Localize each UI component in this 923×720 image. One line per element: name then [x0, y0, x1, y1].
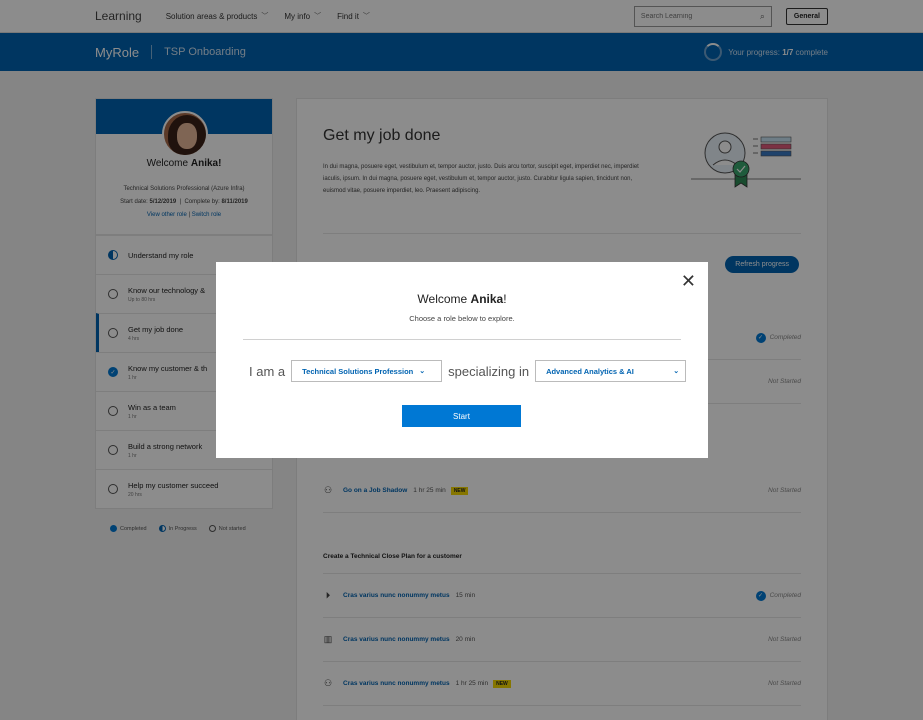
chevron-down-icon: ⌄ — [673, 368, 680, 375]
role-selection-dialog: ✕ Welcome Anika! Choose a role below to … — [216, 262, 708, 458]
dialog-divider — [243, 339, 681, 340]
specialty-select[interactable]: Advanced Analytics & AI ⌄ — [535, 360, 687, 382]
dialog-title: Welcome Anika! — [417, 292, 507, 306]
role-select[interactable]: Technical Solutions Profession ⌄ — [291, 360, 443, 382]
i-am-label: I am a — [249, 363, 286, 379]
close-icon[interactable]: ✕ — [681, 272, 696, 290]
chevron-down-icon: ⌄ — [419, 368, 426, 375]
dialog-subtitle: Choose a role below to explore. — [409, 314, 515, 323]
specializing-label: specializing in — [448, 363, 530, 379]
role-sentence: I am a Technical Solutions Profession ⌄ … — [249, 360, 687, 382]
start-button[interactable]: Start — [402, 405, 521, 427]
